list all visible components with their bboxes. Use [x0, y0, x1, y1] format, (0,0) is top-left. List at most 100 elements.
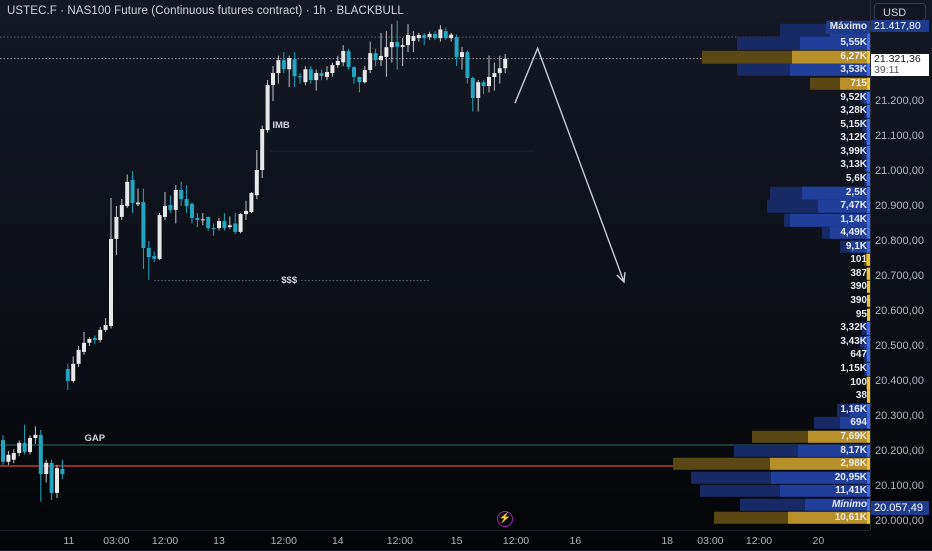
- price-tick-label: 20.400,00: [875, 374, 924, 387]
- bar-countdown: 39:11: [874, 64, 900, 76]
- price-tick-label: 20.000,00: [875, 514, 924, 527]
- candle-bullish: [249, 193, 254, 212]
- candle-bullish: [82, 342, 86, 352]
- candle-bearish: [422, 34, 427, 39]
- candle-bullish: [389, 41, 394, 48]
- chart-title: USTEC.F · NAS100 Future (Continuous futu…: [7, 5, 404, 17]
- candle-bullish: [11, 453, 16, 460]
- candle-bearish: [465, 52, 470, 79]
- candle-bullish: [497, 68, 502, 74]
- price-axis[interactable]: 21.200,00 21.100,00 21.000,00 20.900,00 20.8…: [870, 0, 932, 530]
- candle-bearish: [222, 221, 227, 229]
- candle-bullish: [98, 329, 103, 341]
- candle-bullish: [411, 36, 416, 41]
- candle-bearish: [433, 33, 437, 39]
- candle-bullish: [335, 60, 340, 66]
- time-tick-label: 03:00: [697, 535, 724, 547]
- candle-bullish: [6, 454, 11, 462]
- candle-bearish: [49, 462, 54, 493]
- candle-bullish: [384, 47, 389, 58]
- candle-bullish: [76, 349, 81, 364]
- time-tick-label: 03:00: [103, 535, 130, 547]
- price-tick-label: 20.500,00: [875, 339, 924, 352]
- candle-bullish: [400, 45, 405, 47]
- candle-bullish: [109, 238, 113, 327]
- candle-bullish: [44, 462, 49, 475]
- time-tick-label: 12:00: [270, 535, 297, 547]
- price-tick-label: 21.000,00: [875, 165, 924, 178]
- candle-bullish: [260, 129, 265, 171]
- candle-bearish: [146, 248, 151, 258]
- candle-bearish: [1, 440, 5, 462]
- candle-bearish: [206, 216, 211, 229]
- candle-bullish: [330, 65, 335, 74]
- candle-bullish: [416, 34, 421, 39]
- candle-bullish: [303, 69, 308, 83]
- candle-bullish: [103, 324, 108, 330]
- candle-bullish: [238, 214, 243, 232]
- candle-bullish: [244, 210, 248, 215]
- annotation-label: IMB: [272, 120, 290, 131]
- time-tick-label: 12:00: [386, 535, 414, 547]
- candle-bullish: [157, 215, 162, 259]
- price-tick-label: 20.600,00: [875, 305, 924, 317]
- candle-bearish: [65, 369, 70, 381]
- candle-bearish: [292, 59, 297, 77]
- candle-bullish: [476, 82, 481, 98]
- candle-bullish: [55, 468, 59, 493]
- candle-bullish: [427, 33, 432, 38]
- candle-bearish: [352, 67, 356, 77]
- candle-bullish: [271, 73, 275, 86]
- candle-bullish: [125, 181, 130, 207]
- time-axis[interactable]: 11 03:00 12:00 13 12:00 14 12:00 15 12:00 16 18 03:…: [0, 530, 870, 551]
- candle-bullish: [438, 29, 443, 39]
- price-tick-label: 21.200,00: [875, 95, 924, 108]
- price-tick-label: 20.800,00: [875, 235, 924, 248]
- candle-bearish: [60, 468, 65, 475]
- price-tick-label: 20.900,00: [875, 200, 924, 213]
- time-tick-label: 14: [331, 535, 344, 547]
- annotation-label: $$$: [281, 275, 298, 286]
- candle-bearish: [443, 31, 448, 39]
- candle-bullish: [362, 69, 367, 83]
- candle-bearish: [454, 37, 459, 58]
- candle-bullish: [33, 434, 38, 438]
- candle-bullish: [217, 221, 221, 229]
- candle-bullish: [460, 52, 464, 58]
- price-tick-label: 20.100,00: [875, 479, 924, 492]
- max-price-label: 21.417,80: [871, 20, 929, 32]
- current-price-label: 21.321,36 39:11: [871, 54, 929, 76]
- candle-bearish: [179, 189, 184, 200]
- candlestick-chart[interactable]: IMB $$$ GAP: [0, 0, 870, 530]
- candle-bullish: [136, 202, 140, 205]
- candle-bullish: [341, 51, 346, 63]
- candle-bullish: [119, 205, 124, 217]
- time-tick-label: 20: [812, 535, 825, 547]
- price-tick-label: 20.300,00: [875, 409, 924, 422]
- candle-bullish: [406, 34, 410, 46]
- candle-bearish: [346, 51, 351, 68]
- candle-bearish: [308, 69, 313, 81]
- candle-bearish: [190, 203, 194, 218]
- candle-bullish: [200, 219, 205, 221]
- time-tick-label: 12:00: [745, 535, 773, 547]
- candle-bearish: [22, 442, 27, 452]
- currency-button[interactable]: USD: [874, 3, 926, 21]
- candle-bearish: [395, 41, 400, 47]
- candle-bullish: [379, 55, 383, 61]
- candle-bullish: [368, 53, 373, 70]
- lightning-bolt-icon[interactable]: ⚡: [497, 511, 513, 527]
- candle-bullish: [28, 437, 32, 452]
- candle-bearish: [319, 73, 324, 76]
- candle-bullish: [71, 363, 76, 381]
- candle-bearish: [211, 228, 216, 230]
- candle-bullish: [265, 85, 270, 131]
- candle-bullish: [325, 72, 329, 77]
- candle-bullish: [163, 206, 167, 217]
- candle-bearish: [141, 202, 146, 249]
- candle-bullish: [87, 338, 92, 343]
- candle-bullish: [114, 216, 119, 239]
- projection-arrow: [514, 46, 625, 283]
- candle-bearish: [470, 78, 475, 98]
- candle-bullish: [492, 73, 497, 77]
